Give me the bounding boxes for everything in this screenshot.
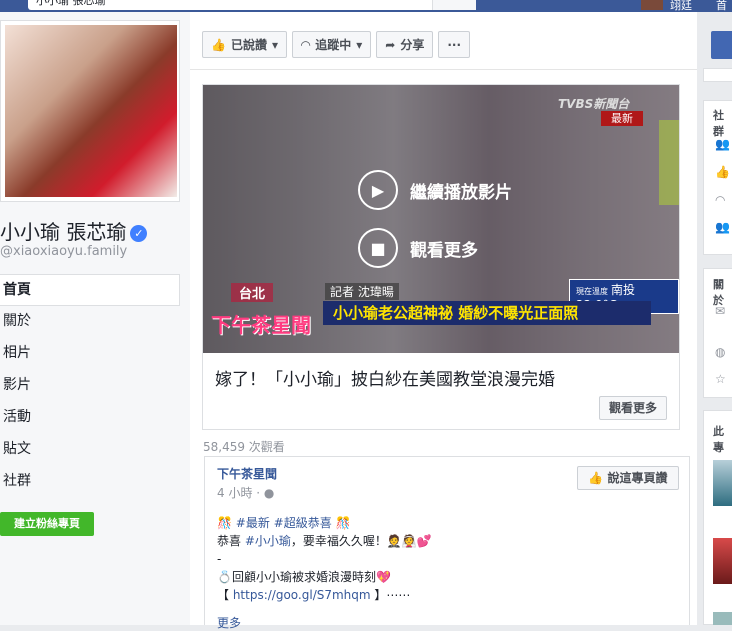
user-name-link[interactable]: 翊廷 bbox=[670, 0, 692, 12]
nav-item-photos[interactable]: 相片 bbox=[0, 338, 180, 370]
like-page-label: 說這專頁讚 bbox=[607, 471, 668, 485]
post-line-2: 恭喜 #小小瑜，要幸福久久喔！🤵👰💕 bbox=[217, 532, 432, 550]
share-button[interactable]: ➦ 分享 bbox=[376, 31, 434, 58]
party-icon: 🎊 bbox=[217, 516, 236, 530]
caret-down-icon: ▾ bbox=[356, 37, 363, 52]
show-logo: 下午茶星聞 bbox=[211, 313, 311, 337]
profile-picture[interactable] bbox=[5, 25, 177, 197]
hashtag-link[interactable]: #小小瑜 bbox=[245, 534, 291, 548]
thumbs-up-icon: 👍 bbox=[588, 471, 608, 485]
post-time-text[interactable]: 4 小時 · bbox=[217, 486, 264, 500]
globe-icon: ● bbox=[263, 486, 275, 500]
weather-label: 現在溫度 bbox=[576, 287, 608, 296]
share-arrow-icon: ➦ bbox=[385, 37, 396, 52]
nav-item-videos[interactable]: 影片 bbox=[0, 370, 180, 402]
post-text-segment: 恭喜 bbox=[217, 534, 245, 548]
post-line-3: - bbox=[217, 552, 222, 566]
watch-more-button[interactable]: 觀看更多 bbox=[599, 396, 667, 420]
following-label: 追蹤中 bbox=[315, 38, 352, 52]
like-page-button[interactable]: 👍 說這專頁讚 bbox=[577, 466, 679, 490]
people-icon: 👥 bbox=[715, 220, 730, 234]
thumbs-up-icon: 👍 bbox=[715, 165, 730, 179]
post-line-1: 🎊 #最新 #超級恭喜 🎊 bbox=[217, 514, 432, 532]
party-icon: 🎊 bbox=[331, 516, 351, 530]
couple-emoji-icon: 🤵👰💕 bbox=[386, 534, 432, 548]
post-card: 下午茶星聞 4 小時 · ● 👍 說這專頁讚 🎊 #最新 #超級恭喜 🎊 恭喜 … bbox=[204, 456, 690, 630]
top-navigation-bar: 小小瑜 張芯瑜 翊廷 首 bbox=[0, 0, 732, 12]
view-count: 58,459 次觀看 bbox=[203, 440, 285, 454]
share-label: 分享 bbox=[400, 38, 425, 52]
blurred-graphic bbox=[659, 120, 679, 205]
verified-badge-icon: ✓ bbox=[130, 225, 148, 242]
location-tag: 台北 bbox=[231, 283, 274, 302]
video-camera-icon: ■ bbox=[358, 228, 398, 268]
thumbs-up-icon: 👍 bbox=[211, 37, 226, 52]
reporter-tag: 記者 沈瑋暘 bbox=[325, 283, 399, 300]
related-thumbnail[interactable] bbox=[713, 460, 732, 506]
post-text-segment: ，要幸福久久喔！ bbox=[290, 534, 387, 548]
home-link[interactable]: 首 bbox=[716, 0, 727, 12]
news-tag: 最新 bbox=[601, 111, 643, 126]
caret-down-icon: ▾ bbox=[271, 37, 278, 52]
liked-label: 已說讚 bbox=[230, 38, 267, 52]
hashtag-link[interactable]: #最新 bbox=[236, 516, 270, 530]
related-card-title: 此專 bbox=[713, 425, 724, 454]
post-text: 🎊 #最新 #超級恭喜 🎊 恭喜 #小小瑜，要幸福久久喔！🤵👰💕 - 💍回顧小小… bbox=[217, 514, 432, 604]
page-handle[interactable]: @xiaoxiaoyu.family bbox=[0, 244, 127, 259]
post-line-5: 【 https://goo.gl/S7mhqm 】⋯⋯ bbox=[217, 586, 432, 604]
rss-icon: ◠ bbox=[301, 37, 311, 52]
continue-playing-button[interactable]: ▶ 繼續播放影片 bbox=[358, 170, 512, 210]
page-name[interactable]: 小小瑜 張芯瑜 ✓ bbox=[0, 216, 148, 245]
watch-more-overlay-button[interactable]: ■ 觀看更多 bbox=[358, 228, 478, 268]
rss-icon: ◠ bbox=[715, 193, 726, 207]
play-icon: ▶ bbox=[358, 170, 398, 210]
right-card-top bbox=[703, 68, 732, 82]
nav-item-events[interactable]: 活動 bbox=[0, 402, 180, 434]
post-text-segment: 【 bbox=[217, 588, 233, 602]
watch-more-overlay-label: 觀看更多 bbox=[410, 240, 478, 261]
nav-item-home[interactable]: 首頁 bbox=[0, 274, 180, 306]
continue-playing-label: 繼續播放影片 bbox=[410, 182, 512, 203]
page-navigation: 首頁 關於 相片 影片 活動 貼文 社群 bbox=[0, 274, 180, 498]
star-icon: ☆ bbox=[715, 372, 726, 386]
search-input[interactable]: 小小瑜 張芯瑜 bbox=[28, 0, 475, 10]
post-text-segment: 】⋯⋯ bbox=[370, 588, 411, 602]
channel-logo: TVBS新聞台 bbox=[558, 97, 630, 111]
more-options-button[interactable]: ··· bbox=[438, 31, 471, 58]
post-timestamp[interactable]: 4 小時 · ● bbox=[217, 484, 274, 501]
search-button[interactable] bbox=[432, 0, 476, 10]
video-player[interactable]: TVBS新聞台 最新 ▶ 繼續播放影片 ■ 觀看更多 台北 記者 沈瑋暘 現在溫… bbox=[203, 85, 679, 353]
post-line-4: 💍回顧小小瑜被求婚浪漫時刻💖 bbox=[217, 568, 432, 586]
post-page-name[interactable]: 下午茶星聞 bbox=[217, 465, 277, 482]
people-icon: 👥 bbox=[715, 137, 730, 151]
related-thumbnail[interactable] bbox=[713, 612, 732, 625]
hashtag-link[interactable]: #超級恭喜 bbox=[274, 516, 332, 530]
community-card-title: 社群 bbox=[713, 109, 724, 138]
nav-item-posts[interactable]: 貼文 bbox=[0, 434, 180, 466]
create-page-button[interactable]: 建立粉絲專頁 bbox=[0, 512, 94, 536]
post-link[interactable]: https://goo.gl/S7mhqm bbox=[233, 588, 371, 602]
messenger-icon: ✉ bbox=[715, 304, 726, 318]
profile-picture-frame[interactable] bbox=[0, 20, 180, 202]
heart-icon: 💖 bbox=[375, 570, 391, 584]
ring-icon: 💍 bbox=[217, 570, 232, 584]
following-button[interactable]: ◠ 追蹤中 ▾ bbox=[292, 31, 372, 58]
post-text-segment: 回顧小小瑜被求婚浪漫時刻 bbox=[231, 570, 376, 584]
liked-button[interactable]: 👍 已說讚 ▾ bbox=[202, 31, 287, 58]
video-title[interactable]: 嫁了！「小小瑜」披白紗在美國教堂浪漫完婚 bbox=[215, 365, 555, 390]
page-name-text[interactable]: 小小瑜 張芯瑜 bbox=[0, 220, 126, 244]
page-action-bar: 👍 已說讚 ▾ ◠ 追蹤中 ▾ ➦ 分享 ··· bbox=[202, 31, 471, 60]
nav-item-about[interactable]: 關於 bbox=[0, 306, 180, 338]
more-dots-icon: ··· bbox=[447, 37, 462, 52]
see-more-link[interactable]: 更多 bbox=[217, 614, 241, 631]
user-avatar[interactable] bbox=[641, 0, 663, 10]
globe-icon: ◍ bbox=[715, 345, 726, 359]
nav-item-community[interactable]: 社群 bbox=[0, 466, 180, 498]
divider bbox=[190, 69, 697, 70]
related-thumbnail[interactable] bbox=[713, 538, 732, 584]
right-action-button[interactable] bbox=[711, 31, 732, 59]
news-caption: 小小瑜老公超神祕 婚紗不曝光正面照 bbox=[323, 301, 651, 325]
video-card: TVBS新聞台 最新 ▶ 繼續播放影片 ■ 觀看更多 台北 記者 沈瑋暘 現在溫… bbox=[202, 84, 680, 430]
